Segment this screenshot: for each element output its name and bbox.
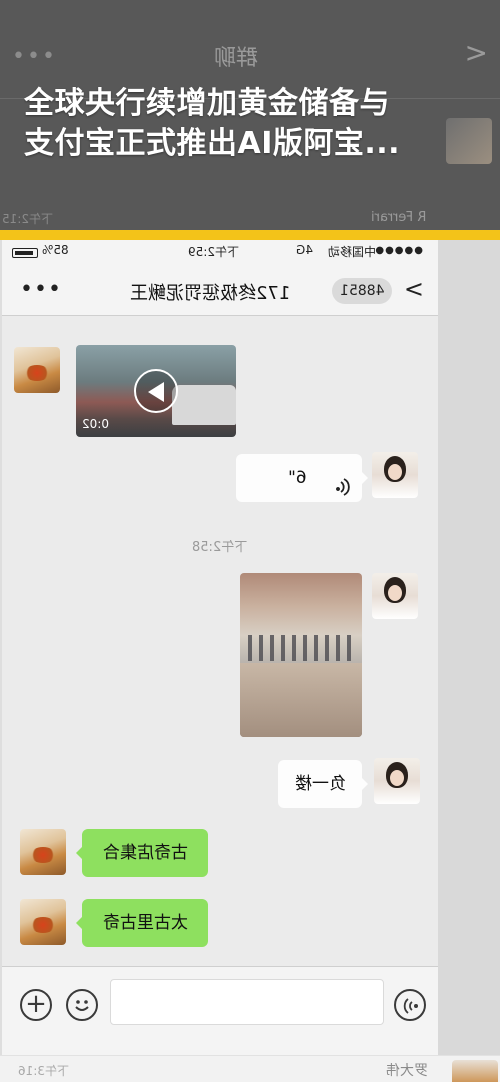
chat-screenshot: 85% 下午2:59 4G 中国移动 ●●●●● ••• 172终极惩罚泥鳅王 …: [0, 240, 500, 1055]
chat-input-bar: +: [2, 966, 438, 1055]
more-icon[interactable]: •••: [20, 277, 62, 302]
avatar-food-user[interactable]: [20, 829, 66, 875]
bottom-preview-time: 下午3:16: [18, 1064, 69, 1078]
play-icon[interactable]: [134, 369, 178, 413]
voice-duration: 6": [288, 468, 307, 488]
video-frame-car: [172, 385, 236, 425]
background-back-icon: >: [464, 36, 488, 69]
battery-percent: 85%: [42, 243, 69, 257]
voice-wave-icon: [334, 468, 350, 496]
avatar-girl-user[interactable]: [372, 452, 418, 498]
status-time: 下午2:59: [188, 245, 239, 259]
background-more-icon: •••: [12, 44, 57, 69]
message-input[interactable]: [110, 979, 384, 1025]
chat-nav-bar: ••• 172终极惩罚泥鳅王 48851 <: [2, 266, 438, 316]
bottom-preview-row[interactable]: 下午3:16 罗大伟: [0, 1055, 500, 1082]
screenshot-root: ••• 群聊 > R Ferrari 下午2:15 全球央行续增加黄金储备与 支…: [0, 0, 500, 1082]
message-list: 0:02 6" 下午2:58 负一楼 古奇店集合 太古里古奇: [2, 316, 438, 966]
phone-screen: 85% 下午2:59 4G 中国移动 ●●●●● ••• 172终极惩罚泥鳅王 …: [2, 240, 438, 1055]
headline-line-1: 全球央行续增加黄金储备与: [24, 86, 390, 121]
background-title: 群聊: [214, 46, 259, 71]
message-inside: 太古里古奇: [102, 913, 188, 933]
avatar-girl-user[interactable]: [374, 758, 420, 804]
chat-timestamp-text: 下午2:58: [192, 540, 248, 555]
back-chevron-icon[interactable]: <: [404, 275, 424, 303]
chat-timestamp: 下午2:58: [2, 536, 438, 555]
status-bar: 85% 下午2:59 4G 中国移动 ●●●●●: [2, 240, 438, 266]
text-message-inside[interactable]: 太古里古奇: [76, 899, 208, 947]
message-floor: 负一楼: [294, 774, 346, 794]
plus-icon[interactable]: +: [20, 989, 52, 1021]
voice-message[interactable]: 6": [236, 454, 368, 502]
headline-line-2: 支付宝正式推出AI版阿宝...: [24, 126, 401, 161]
screenshot-margin: [438, 240, 500, 1055]
background-time: 下午2:15: [2, 212, 53, 226]
avatar-girl-user[interactable]: [372, 573, 418, 619]
text-message-gather[interactable]: 古奇店集合: [76, 829, 208, 877]
news-banner[interactable]: ••• 群聊 > R Ferrari 下午2:15 全球央行续增加黄金储备与 支…: [0, 0, 500, 230]
avatar-food-user[interactable]: [20, 899, 66, 945]
photo-message[interactable]: [240, 573, 362, 737]
member-count: 48851: [339, 283, 385, 299]
chat-title: 172终极惩罚泥鳅王: [130, 283, 291, 304]
voice-input-icon[interactable]: [394, 989, 426, 1021]
battery-icon: [12, 248, 38, 258]
photo-crowd: [248, 635, 354, 661]
background-name: R Ferrari: [370, 210, 426, 225]
photo-floor: [240, 663, 362, 737]
video-message[interactable]: 0:02: [76, 345, 236, 437]
message-gather: 古奇店集合: [102, 843, 188, 863]
carrier-name: 中国移动: [328, 245, 377, 259]
banner-accent-divider: [0, 230, 500, 240]
video-duration: 0:02: [82, 417, 109, 431]
member-count-badge[interactable]: 48851: [332, 278, 392, 304]
bottom-preview-avatar: [452, 1060, 498, 1082]
signal-icon: ●●●●●: [375, 245, 424, 256]
avatar-food-user[interactable]: [14, 347, 60, 393]
bottom-preview-name: 罗大伟: [386, 1063, 428, 1079]
network-type: 4G: [296, 243, 313, 257]
emoji-icon[interactable]: [66, 989, 98, 1021]
news-headline[interactable]: 全球央行续增加黄金储备与 支付宝正式推出AI版阿宝...: [24, 84, 484, 164]
text-message-floor[interactable]: 负一楼: [278, 760, 368, 808]
